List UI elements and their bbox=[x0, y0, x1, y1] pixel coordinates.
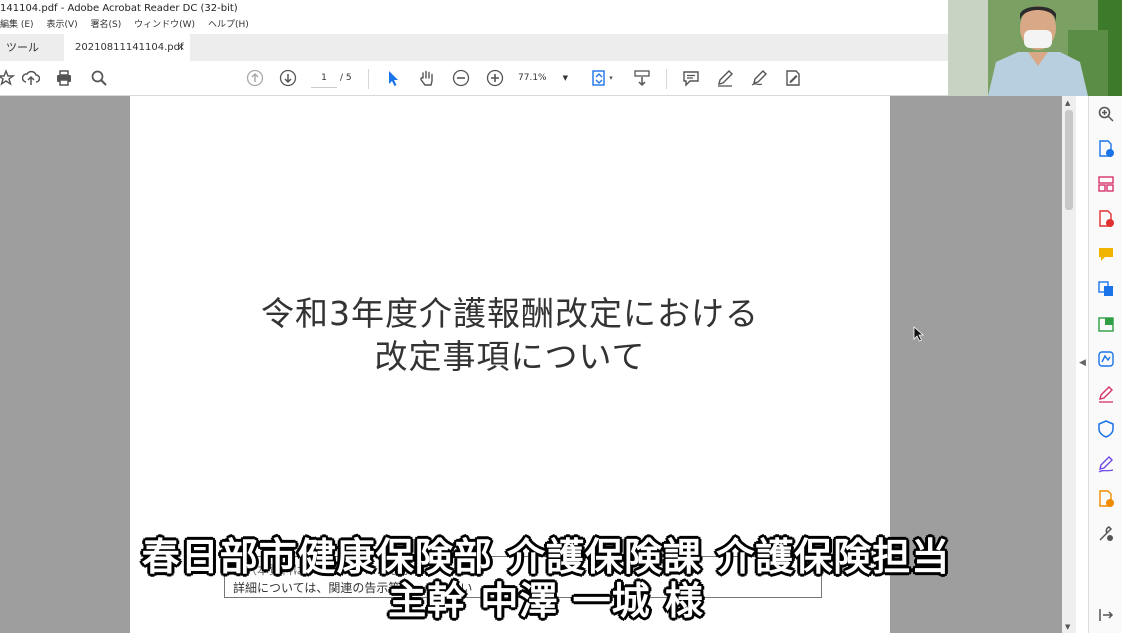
menu-view[interactable]: 表示(V) bbox=[46, 20, 77, 30]
mouse-pointer-icon bbox=[913, 326, 925, 346]
tab-tools[interactable]: ツール bbox=[6, 34, 39, 61]
toolbar-divider bbox=[368, 69, 369, 89]
previous-page-icon[interactable] bbox=[245, 68, 265, 88]
scroll-up-icon[interactable]: ▲ bbox=[1065, 99, 1070, 107]
create-pdf-icon[interactable] bbox=[1097, 210, 1115, 228]
zoom-tool-icon[interactable] bbox=[1097, 105, 1115, 123]
chevron-down-icon: ▼ bbox=[562, 74, 568, 82]
menu-window[interactable]: ウィンドウ(W) bbox=[134, 20, 195, 30]
fill-sign-icon[interactable] bbox=[783, 68, 803, 88]
scrollbar-thumb[interactable] bbox=[1065, 110, 1073, 210]
hand-tool-icon[interactable] bbox=[417, 68, 437, 88]
menu-help[interactable]: ヘルプ(H) bbox=[208, 20, 249, 30]
highlight-pen-icon[interactable] bbox=[715, 68, 735, 88]
scroll-down-icon[interactable]: ▼ bbox=[1065, 623, 1070, 631]
protect-shield-icon[interactable] bbox=[1097, 420, 1115, 438]
webcam-video bbox=[948, 0, 1122, 96]
combine-files-icon[interactable] bbox=[1097, 280, 1115, 298]
zoom-select[interactable]: 77.1% ▼ bbox=[518, 69, 572, 87]
collapse-panel-icon[interactable]: ◀ bbox=[1079, 358, 1086, 368]
zoom-out-icon[interactable] bbox=[451, 68, 471, 88]
menu-bar: 編集 (E) 表示(V) 署名(S) ウィンドウ(W) ヘルプ(H) bbox=[0, 17, 948, 34]
draw-signature-icon[interactable] bbox=[749, 68, 769, 88]
fit-dropdown-icon[interactable]: ▾ bbox=[606, 68, 616, 88]
organize-pages-icon[interactable] bbox=[1097, 175, 1115, 193]
upload-cloud-icon[interactable] bbox=[21, 68, 41, 88]
main-toolbar: 1 / 5 77.1% ▼ ▾ bbox=[0, 61, 948, 96]
menu-sign[interactable]: 署名(S) bbox=[91, 20, 122, 30]
menu-edit[interactable]: 編集 (E) bbox=[0, 20, 34, 30]
scroll-mode-icon[interactable] bbox=[632, 68, 652, 88]
export-pdf-icon[interactable] bbox=[1097, 140, 1115, 158]
scan-icon[interactable] bbox=[1097, 350, 1115, 368]
print-icon[interactable] bbox=[54, 68, 74, 88]
search-icon[interactable] bbox=[89, 68, 109, 88]
page-total: / 5 bbox=[340, 73, 352, 83]
expand-pane-icon[interactable] bbox=[1097, 606, 1115, 624]
zoom-value: 77.1% bbox=[518, 73, 547, 83]
tab-bar: ツール 20210811141104.pdf × bbox=[0, 34, 948, 62]
window-title: 141104.pdf - Adobe Acrobat Reader DC (32… bbox=[0, 0, 948, 17]
edit-pdf-icon[interactable] bbox=[1097, 315, 1115, 333]
star-icon[interactable] bbox=[0, 68, 16, 88]
tab-document[interactable]: 20210811141104.pdf × bbox=[64, 34, 190, 61]
page-number-input[interactable]: 1 bbox=[311, 69, 337, 88]
more-tools-icon[interactable] bbox=[1097, 525, 1115, 543]
close-tab-icon[interactable]: × bbox=[177, 34, 185, 61]
document-title-line1: 令和3年度介護報酬改定における bbox=[261, 294, 759, 333]
caption-line1: 春日部市健康保険部 介護保険課 介護保険担当 bbox=[141, 535, 951, 579]
comment-icon[interactable] bbox=[681, 68, 701, 88]
fill-and-sign-icon[interactable] bbox=[1097, 385, 1115, 403]
tools-pane bbox=[1088, 96, 1122, 633]
request-signature-icon[interactable] bbox=[1097, 455, 1115, 473]
document-title-line2: 改定事項について bbox=[374, 337, 646, 376]
select-cursor-icon[interactable] bbox=[383, 68, 403, 88]
next-page-icon[interactable] bbox=[278, 68, 298, 88]
send-for-review-icon[interactable] bbox=[1097, 490, 1115, 508]
zoom-in-icon[interactable] bbox=[485, 68, 505, 88]
toolbar-divider bbox=[666, 69, 667, 89]
caption-line2: 主幹 中澤 一城 様 bbox=[388, 579, 704, 623]
tab-document-label: 20210811141104.pdf bbox=[75, 42, 184, 53]
document-title: 令和3年度介護報酬改定における 改定事項について bbox=[130, 292, 890, 378]
comment-tool-icon[interactable] bbox=[1097, 245, 1115, 263]
